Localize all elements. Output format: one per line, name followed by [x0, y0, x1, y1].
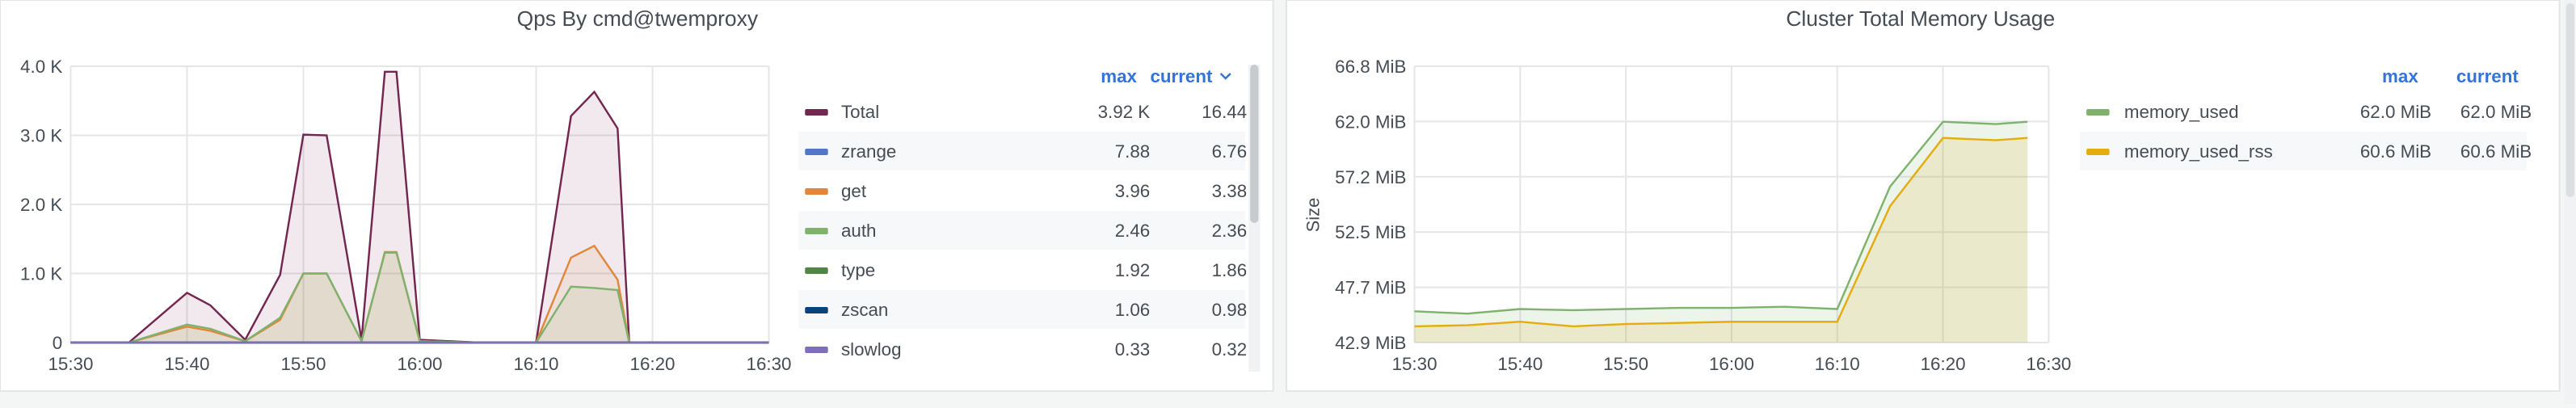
legend-item-zscan[interactable]: zscan 1.06 0.98 [798, 290, 1247, 329]
legend-swatch[interactable] [805, 267, 828, 274]
memory-legend-header-max[interactable]: max [2382, 66, 2418, 86]
left-y-tick-label: 4.0 K [20, 57, 62, 77]
legend-series-current: 6.76 [1212, 141, 1248, 162]
legend-swatch[interactable] [805, 149, 828, 155]
right-x-tick-label: 16:00 [1709, 354, 1754, 374]
legend-series-current: 62.0 MiB [2460, 102, 2532, 122]
legend-series-name[interactable]: type [841, 260, 875, 280]
right-y-tick-label: 52.5 MiB [1335, 222, 1406, 242]
qps-legend-header-current[interactable]: current [1150, 66, 1213, 86]
legend-series-max: 62.0 MiB [2360, 102, 2431, 122]
right-x-tick-label: 16:10 [1815, 354, 1860, 374]
legend-swatch[interactable] [805, 228, 828, 234]
legend-swatch[interactable] [805, 347, 828, 353]
left-x-tick-label: 16:20 [630, 354, 676, 374]
legend-series-max: 1.06 [1115, 300, 1151, 320]
right-y-tick-label: 42.9 MiB [1335, 333, 1406, 353]
left-x-tick-label: 15:40 [164, 354, 209, 374]
page-scrollbar-thumb[interactable] [2565, 3, 2574, 197]
legend-series-name[interactable]: zscan [841, 300, 888, 320]
legend-swatch[interactable] [2086, 149, 2110, 155]
legend-series-name[interactable]: Total [841, 102, 879, 122]
legend-series-current: 3.38 [1212, 181, 1248, 201]
legend-series-current: 0.98 [1212, 300, 1248, 320]
left-x-tick-label: 16:10 [514, 354, 559, 374]
right-x-tick-label: 16:20 [1921, 354, 1966, 374]
qps-legend: Total 3.92 K 16.44 zrange 7.88 6.76 get 3.96 3.3… [798, 102, 1247, 360]
qps-legend-scrollbar-thumb[interactable] [1250, 65, 1259, 223]
legend-series-max: 60.6 MiB [2360, 141, 2431, 162]
legend-series-max: 7.88 [1115, 141, 1151, 162]
right-x-tick-label: 15:30 [1392, 354, 1437, 374]
right-x-tick-label: 15:40 [1497, 354, 1543, 374]
memory-legend-header-current[interactable]: current [2456, 66, 2519, 86]
left-x-tick-label: 15:50 [280, 354, 326, 374]
legend-item-memory_used_rss[interactable]: memory_used_rss 60.6 MiB 60.6 MiB [2079, 132, 2532, 170]
legend-series-max: 3.92 K [1098, 102, 1151, 122]
right-y-tick-label: 47.7 MiB [1335, 278, 1406, 298]
legend-series-current: 2.36 [1212, 221, 1248, 241]
legend-series-max: 0.33 [1115, 339, 1151, 360]
legend-series-name[interactable]: memory_used [2124, 102, 2239, 122]
legend-series-max: 2.46 [1115, 221, 1151, 241]
legend-item-auth[interactable]: auth 2.46 2.36 [798, 211, 1247, 250]
legend-series-current: 60.6 MiB [2460, 141, 2532, 162]
legend-series-current: 1.86 [1212, 260, 1248, 280]
left-x-tick-label: 15:30 [48, 354, 93, 374]
legend-swatch[interactable] [805, 307, 828, 313]
right-y-tick-label: 57.2 MiB [1335, 167, 1406, 187]
left-y-tick-label: 0 [53, 333, 62, 353]
left-x-tick-label: 16:00 [398, 354, 443, 374]
left-x-tick-label: 16:30 [747, 354, 792, 374]
legend-swatch[interactable] [805, 188, 828, 195]
right-x-tick-label: 16:30 [2026, 354, 2071, 374]
right-x-tick-label: 15:50 [1603, 354, 1648, 374]
panel-title-qps[interactable]: Qps By cmd@twemproxy [517, 6, 759, 31]
legend-series-current: 16.44 [1202, 102, 1247, 122]
legend-series-name[interactable]: slowlog [841, 339, 902, 360]
legend-series-name[interactable]: auth [841, 221, 877, 241]
legend-series-max: 1.92 [1115, 260, 1151, 280]
legend-series-name[interactable]: zrange [841, 141, 896, 162]
right-y-tick-label: 62.0 MiB [1335, 112, 1406, 132]
qps-legend-header-max[interactable]: max [1101, 66, 1137, 86]
panel-title-memory[interactable]: Cluster Total Memory Usage [1786, 6, 2055, 31]
dashboard: Qps By cmd@twemproxy Cluster Total Memor… [0, 0, 2576, 404]
legend-series-current: 0.32 [1212, 339, 1248, 360]
legend-series-name[interactable]: get [841, 181, 866, 201]
legend-swatch[interactable] [2086, 109, 2110, 116]
memory-y-axis-label: Size [1303, 198, 1323, 233]
right-y-tick-label: 66.8 MiB [1335, 57, 1406, 77]
legend-item-zrange[interactable]: zrange 7.88 6.76 [798, 132, 1247, 170]
legend-swatch[interactable] [805, 109, 828, 116]
legend-series-name[interactable]: memory_used_rss [2124, 141, 2273, 162]
left-y-tick-label: 1.0 K [20, 264, 62, 284]
legend-series-max: 3.96 [1115, 181, 1151, 201]
left-y-tick-label: 3.0 K [20, 126, 62, 146]
left-y-tick-label: 2.0 K [20, 195, 62, 215]
